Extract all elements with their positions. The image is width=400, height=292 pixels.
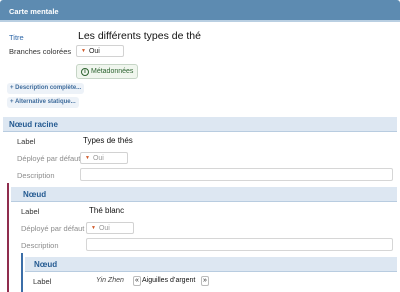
node2-section: Nœud (25, 257, 397, 272)
root-description-input[interactable] (80, 168, 393, 181)
node1-description-label: Description (21, 241, 59, 250)
branches-select-value: Oui (88, 48, 100, 55)
root-expanded-select[interactable]: ▼ Oui (80, 152, 128, 164)
node1-expanded-value: Oui (98, 225, 110, 232)
node1-expanded-label: Déployé par défaut (21, 224, 85, 233)
root-expanded-label: Déployé par défaut (17, 154, 81, 163)
root-node-section: Nœud racine (3, 117, 397, 132)
node-branch-bar (21, 253, 23, 292)
triangle-down-icon: ▼ (81, 48, 86, 54)
panel-title: Carte mentale (9, 7, 59, 16)
title-value[interactable]: Les différents types de thé (78, 30, 201, 42)
panel-header: Carte mentale (0, 0, 400, 22)
branches-select[interactable]: ▼ Oui (76, 45, 124, 57)
title-label: Titre (9, 33, 24, 42)
root-description-label: Description (17, 171, 55, 180)
node2-label-label: Label (33, 277, 52, 286)
info-icon: i (81, 68, 89, 76)
triangle-down-icon: ▼ (85, 155, 90, 161)
node1-label-label: Label (21, 207, 40, 216)
root-expanded-value: Oui (92, 155, 104, 162)
metadata-button-label: Métadonnées (91, 68, 134, 75)
node1-title: Nœud (23, 190, 47, 199)
triangle-down-icon: ▼ (91, 225, 96, 231)
static-alternative-link[interactable]: + Alternative statique... (7, 97, 79, 108)
node1-section: Nœud (11, 187, 397, 202)
node2-label-separator: « (133, 276, 141, 286)
node1-expanded-select[interactable]: ▼ Oui (86, 222, 134, 234)
node1-label-value[interactable]: Thé blanc (89, 206, 124, 215)
full-description-link[interactable]: + Description complète... (7, 83, 85, 94)
node2-title: Nœud (34, 260, 58, 269)
metadata-button[interactable]: i Métadonnées (76, 64, 139, 79)
root-node-title: Nœud racine (9, 120, 58, 129)
node2-label-value[interactable]: Aiguilles d’argent (142, 277, 195, 284)
root-label-label: Label (17, 137, 36, 146)
node1-description-input[interactable] (86, 238, 393, 251)
root-label-value[interactable]: Types de thés (83, 136, 133, 145)
node2-label-close: » (201, 276, 209, 286)
node2-label-value-italic[interactable]: Yin Zhen (96, 277, 124, 284)
branches-label: Branches colorées (9, 47, 72, 56)
node-branch-bar (7, 183, 9, 292)
